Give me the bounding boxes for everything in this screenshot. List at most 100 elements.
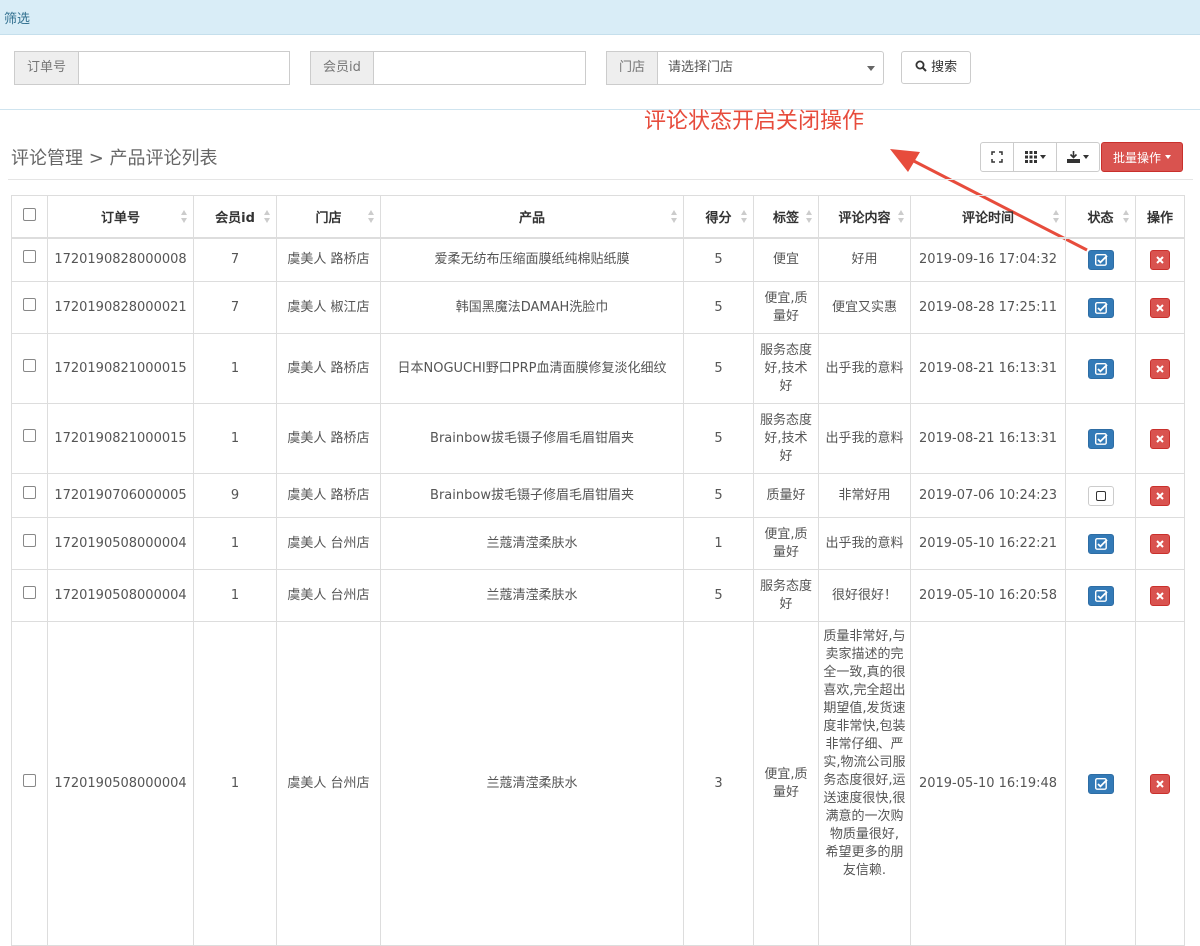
table-row: 1720190508000004 1 虞美人 台州店 兰蔻清滢柔肤水 1 便宜,…: [11, 517, 1185, 570]
sort-icon: [741, 210, 747, 224]
checked-icon: [1094, 362, 1108, 375]
close-icon: [1156, 539, 1164, 548]
order-number-cell: 1720190828000021: [47, 281, 194, 334]
close-icon: [1156, 591, 1164, 600]
order-number-cell: 1720190821000015: [47, 333, 194, 404]
delete-button[interactable]: [1150, 533, 1170, 554]
member-filter-group: 会员id: [310, 51, 586, 85]
sort-icon: [264, 210, 270, 224]
row-checkbox[interactable]: [23, 359, 36, 372]
row-checkbox[interactable]: [23, 534, 36, 547]
member-id-cell: 7: [193, 237, 277, 282]
select-all-checkbox[interactable]: [23, 207, 36, 221]
status-toggle-on[interactable]: [1087, 585, 1114, 606]
status-toggle-off[interactable]: [1087, 485, 1114, 506]
delete-button[interactable]: [1150, 585, 1170, 606]
export-icon: [1067, 151, 1080, 163]
comment-table: 订单号 会员id 门店 产品 得分 标签 评论内容 评论时间 状态 操作 172…: [11, 195, 1185, 946]
row-select-cell: [11, 517, 48, 570]
columns-button[interactable]: [1013, 142, 1057, 172]
store-select[interactable]: 请选择门店: [657, 51, 885, 85]
member-id-cell: 1: [193, 333, 277, 404]
tags-cell: 服务态度好,技术好: [753, 403, 819, 474]
chevron-down-icon: [1083, 155, 1089, 159]
score-cell: 5: [683, 281, 754, 334]
chevron-down-icon: [1039, 155, 1046, 159]
status-toggle-on[interactable]: [1087, 249, 1114, 270]
table-toolbar: [980, 142, 1100, 172]
close-icon: [1156, 491, 1164, 500]
title-divider: [8, 179, 1193, 180]
content-cell: 很好很好！: [818, 569, 911, 622]
status-toggle-on[interactable]: [1087, 297, 1114, 318]
content-cell: 非常好用: [818, 473, 911, 518]
product-cell: 韩国黑魔法DAMAH洗脸巾: [380, 281, 684, 334]
actions-cell: [1135, 403, 1185, 474]
column-header-time[interactable]: 评论时间: [910, 195, 1066, 239]
row-checkbox[interactable]: [23, 250, 36, 264]
tags-cell: 服务态度好,技术好: [753, 333, 819, 404]
actions-cell: [1135, 281, 1185, 334]
column-header-order[interactable]: 订单号: [47, 195, 194, 239]
checked-icon: [1094, 301, 1108, 314]
column-header-status[interactable]: 状态: [1065, 195, 1136, 239]
tags-cell: 便宜: [753, 237, 819, 282]
column-header-tags[interactable]: 标签: [753, 195, 819, 239]
time-cell: 2019-05-10 16:20:58: [910, 569, 1066, 622]
column-header-score[interactable]: 得分: [683, 195, 754, 239]
status-toggle-on[interactable]: [1087, 773, 1114, 794]
delete-button[interactable]: [1150, 773, 1170, 794]
table-row: 1720190508000004 1 虞美人 台州店 兰蔻清滢柔肤水 3 便宜,…: [11, 621, 1185, 946]
column-header-store[interactable]: 门店: [276, 195, 381, 239]
table-row: 1720190706000005 9 虞美人 路桥店 Brainbow拔毛镊子修…: [11, 473, 1185, 518]
delete-button[interactable]: [1150, 358, 1170, 379]
row-checkbox[interactable]: [23, 774, 36, 787]
actions-cell: [1135, 517, 1185, 570]
actions-cell: [1135, 569, 1185, 622]
member-id-cell: 9: [193, 473, 277, 518]
status-toggle-on[interactable]: [1087, 428, 1114, 449]
delete-button[interactable]: [1150, 428, 1170, 449]
batch-operation-button[interactable]: 批量操作: [1101, 142, 1183, 172]
search-button[interactable]: 搜索: [901, 51, 971, 84]
sort-icon: [806, 210, 812, 224]
delete-button[interactable]: [1150, 249, 1170, 270]
order-number-cell: 1720190706000005: [47, 473, 194, 518]
status-toggle-on[interactable]: [1087, 358, 1114, 379]
close-icon: [1156, 364, 1164, 373]
order-number-cell: 1720190828000008: [47, 237, 194, 282]
column-header-content[interactable]: 评论内容: [818, 195, 911, 239]
store-cell: 虞美人 台州店: [276, 621, 381, 946]
sort-icon: [671, 210, 677, 224]
member-id-input[interactable]: [372, 51, 586, 85]
checked-icon: [1094, 253, 1108, 266]
status-cell: [1065, 473, 1136, 518]
order-number-input[interactable]: [78, 51, 291, 85]
search-button-label: 搜索: [931, 60, 958, 75]
row-checkbox[interactable]: [23, 486, 36, 499]
tags-cell: 质量好: [753, 473, 819, 518]
tags-cell: 便宜,质量好: [753, 621, 819, 946]
row-checkbox[interactable]: [23, 429, 36, 442]
store-filter-label: 门店: [606, 51, 658, 85]
product-cell: Brainbow拔毛镊子修眉毛眉钳眉夹: [380, 403, 684, 474]
status-cell: [1065, 517, 1136, 570]
actions-cell: [1135, 473, 1185, 518]
fullscreen-button[interactable]: [980, 142, 1014, 172]
row-checkbox[interactable]: [23, 586, 36, 599]
row-checkbox[interactable]: [23, 298, 36, 311]
time-cell: 2019-05-10 16:22:21: [910, 517, 1066, 570]
filter-row: 订单号 会员id 门店 请选择门店 搜索: [0, 35, 1200, 110]
export-button[interactable]: [1056, 142, 1100, 172]
sort-icon: [1053, 210, 1059, 224]
status-cell: [1065, 281, 1136, 334]
table-row: 1720190828000008 7 虞美人 路桥店 爱柔无纺布压缩面膜纸纯棉贴…: [11, 237, 1185, 282]
row-select-cell: [11, 621, 48, 946]
column-header-product[interactable]: 产品: [380, 195, 684, 239]
status-toggle-on[interactable]: [1087, 533, 1114, 554]
product-cell: Brainbow拔毛镊子修眉毛眉钳眉夹: [380, 473, 684, 518]
status-cell: [1065, 333, 1136, 404]
delete-button[interactable]: [1150, 485, 1170, 506]
column-header-member[interactable]: 会员id: [193, 195, 277, 239]
delete-button[interactable]: [1150, 297, 1170, 318]
